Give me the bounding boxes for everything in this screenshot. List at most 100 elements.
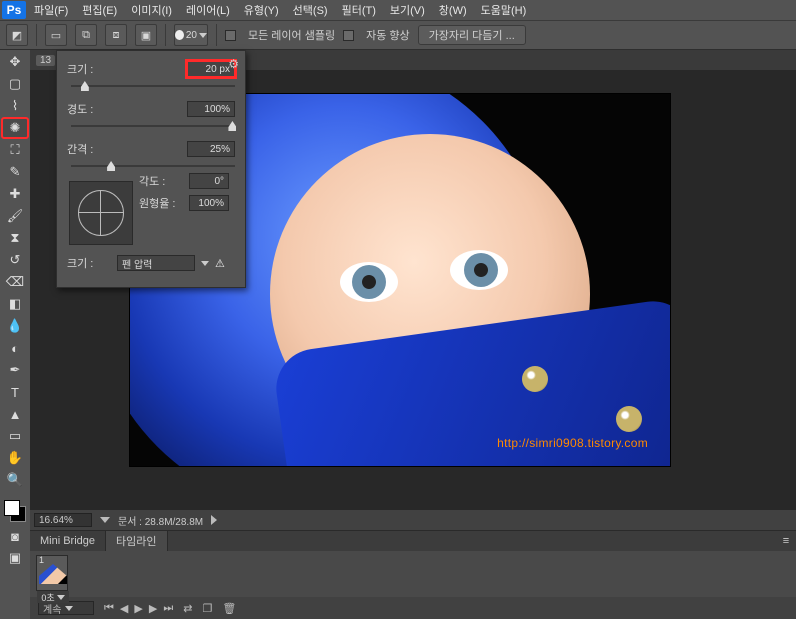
menu-type[interactable]: 유형(Y) xyxy=(238,0,285,20)
brush-preset-picker[interactable]: 20 xyxy=(174,24,208,46)
menu-filter[interactable]: 필터(T) xyxy=(336,0,382,20)
menu-window[interactable]: 창(W) xyxy=(433,0,473,20)
history-brush-tool-icon[interactable]: ↺ xyxy=(2,250,28,270)
brush-size-short: 20 xyxy=(186,30,197,41)
watermark-text: http://simri0908.tistory.com xyxy=(497,436,648,450)
menu-help[interactable]: 도움말(H) xyxy=(475,0,533,20)
angle-label: 각도 : xyxy=(139,173,183,189)
next-frame-icon[interactable]: ▶ xyxy=(149,602,157,615)
frame-duration[interactable]: 0초 xyxy=(37,591,69,603)
intersect-selection-icon[interactable]: ▣ xyxy=(135,24,157,46)
menu-edit[interactable]: 편집(E) xyxy=(76,0,123,20)
zoom-tool-icon[interactable]: 🔍 xyxy=(2,470,28,490)
marquee-tool-icon[interactable]: ▢ xyxy=(2,74,28,94)
roundness-input[interactable]: 100% xyxy=(189,195,229,211)
gradient-tool-icon[interactable]: ◧ xyxy=(2,294,28,314)
move-tool-icon[interactable]: ✥ xyxy=(2,52,28,72)
separator xyxy=(165,24,166,46)
hardness-label: 경도 : xyxy=(67,101,111,117)
first-frame-icon[interactable]: ⏮ xyxy=(104,602,114,615)
size-label: 크기 : xyxy=(67,61,111,77)
chevron-right-icon[interactable] xyxy=(211,515,217,525)
menu-image[interactable]: 이미지(I) xyxy=(125,0,178,20)
panel-tabs: Mini Bridge 타임라인 ≡ xyxy=(30,531,796,551)
frame-number: 1 xyxy=(39,555,44,565)
brush-tool-icon[interactable]: 🖌 xyxy=(2,206,28,226)
chevron-down-icon xyxy=(57,595,65,600)
tab-number: 13 xyxy=(36,55,55,66)
shape-tool-icon[interactable]: ▭ xyxy=(2,426,28,446)
separator xyxy=(216,24,217,46)
image-eye-right xyxy=(450,250,508,290)
hardness-input[interactable]: 100% xyxy=(187,101,235,117)
dodge-tool-icon[interactable]: ◐ xyxy=(2,338,28,358)
gear-icon[interactable]: ⚙ xyxy=(228,57,239,71)
tool-preset-icon[interactable]: ◩ xyxy=(6,24,28,46)
angle-input[interactable]: 0° xyxy=(189,173,229,189)
chevron-down-icon xyxy=(65,606,73,611)
foreground-color-swatch[interactable] xyxy=(4,500,20,516)
menu-file[interactable]: 파일(F) xyxy=(28,0,74,20)
quick-mask-icon[interactable]: ◙ xyxy=(2,526,28,546)
sample-all-layers-checkbox[interactable] xyxy=(225,30,236,41)
tween-icon[interactable]: ⇄ xyxy=(183,602,192,615)
brush-angle-preview[interactable] xyxy=(69,181,133,245)
timeline-controls: 계속 ⏮ ◀ ▶ ▶ ⏭ ⇄ ❐ 🗑 xyxy=(30,597,796,619)
panel-menu-icon[interactable]: ≡ xyxy=(776,531,796,551)
size-mode-select[interactable]: 펜 압력 xyxy=(117,255,195,271)
auto-enhance-checkbox[interactable] xyxy=(343,30,354,41)
hand-tool-icon[interactable]: ✋ xyxy=(2,448,28,468)
delete-frame-icon[interactable]: 🗑 xyxy=(222,602,236,615)
spacing-slider[interactable] xyxy=(71,161,235,171)
subtract-selection-icon[interactable]: ⧈ xyxy=(105,24,127,46)
prev-frame-icon[interactable]: ◀ xyxy=(120,602,128,615)
play-icon[interactable]: ▶ xyxy=(134,602,142,615)
menu-view[interactable]: 보기(V) xyxy=(384,0,431,20)
hardness-slider[interactable] xyxy=(71,121,235,131)
path-selection-tool-icon[interactable]: ▲ xyxy=(2,404,28,424)
quick-selection-tool-icon[interactable]: ✺ xyxy=(2,118,28,138)
app-logo: Ps xyxy=(2,1,26,19)
stamp-tool-icon[interactable]: ⧗ xyxy=(2,228,28,248)
chevron-down-icon[interactable] xyxy=(100,517,110,523)
healing-brush-tool-icon[interactable]: ✚ xyxy=(2,184,28,204)
last-frame-icon[interactable]: ⏭ xyxy=(163,602,173,615)
refine-edge-button[interactable]: 가장자리 다듬기 ... xyxy=(418,25,526,45)
spacing-input[interactable]: 25% xyxy=(187,141,235,157)
separator xyxy=(36,24,37,46)
zoom-input[interactable]: 16.64% xyxy=(34,513,92,527)
roundness-label: 원형율 : xyxy=(139,195,183,211)
eraser-tool-icon[interactable]: ⌫ xyxy=(2,272,28,292)
size-slider[interactable] xyxy=(71,81,235,91)
menu-select[interactable]: 선택(S) xyxy=(287,0,334,20)
color-swatches[interactable] xyxy=(2,498,28,524)
tab-timeline[interactable]: 타임라인 xyxy=(106,531,167,551)
lasso-tool-icon[interactable]: ⌇ xyxy=(2,96,28,116)
duplicate-frame-icon[interactable]: ❐ xyxy=(202,602,212,615)
image-snap xyxy=(616,406,642,432)
menu-layer[interactable]: 레이어(L) xyxy=(180,0,236,20)
add-selection-icon[interactable]: ⧉ xyxy=(75,24,97,46)
new-selection-icon[interactable]: ▭ xyxy=(45,24,67,46)
pen-tool-icon[interactable]: ✒ xyxy=(2,360,28,380)
bottom-panels: Mini Bridge 타임라인 ≡ 1 0초 계속 ⏮ ◀ ▶ ▶ ⏭ ⇄ ❐… xyxy=(30,530,796,618)
options-bar: ◩ ▭ ⧉ ⧈ ▣ 20 모든 레이어 샘플링 자동 향상 가장자리 다듬기 .… xyxy=(0,20,796,50)
tab-mini-bridge[interactable]: Mini Bridge xyxy=(30,531,106,551)
timeline-frames: 1 0초 xyxy=(30,551,796,597)
menu-bar: Ps 파일(F) 편집(E) 이미지(I) 레이어(L) 유형(Y) 선택(S)… xyxy=(0,0,796,20)
warning-icon: ⚠ xyxy=(215,257,225,270)
blur-tool-icon[interactable]: 💧 xyxy=(2,316,28,336)
chevron-down-icon xyxy=(201,261,209,266)
crop-tool-icon[interactable]: ⛶ xyxy=(2,140,28,160)
image-eye-left xyxy=(340,262,398,302)
auto-enhance-label: 자동 향상 xyxy=(366,27,410,43)
eyedropper-tool-icon[interactable]: ✎ xyxy=(2,162,28,182)
tool-panel: ✥ ▢ ⌇ ✺ ⛶ ✎ ✚ 🖌 ⧗ ↺ ⌫ ◧ 💧 ◐ ✒ T ▲ ▭ ✋ 🔍 … xyxy=(0,50,30,570)
brush-settings-popup: ⚙ 크기 : 20 px 경도 : 100% 간격 : 25% 각도 : 0° … xyxy=(56,50,246,288)
screen-mode-icon[interactable]: ▣ xyxy=(2,548,28,568)
type-tool-icon[interactable]: T xyxy=(2,382,28,402)
timeline-frame[interactable]: 1 0초 xyxy=(36,555,68,591)
brush-dot-icon xyxy=(175,30,184,40)
spacing-label: 간격 : xyxy=(67,141,111,157)
chevron-down-icon xyxy=(199,33,207,38)
